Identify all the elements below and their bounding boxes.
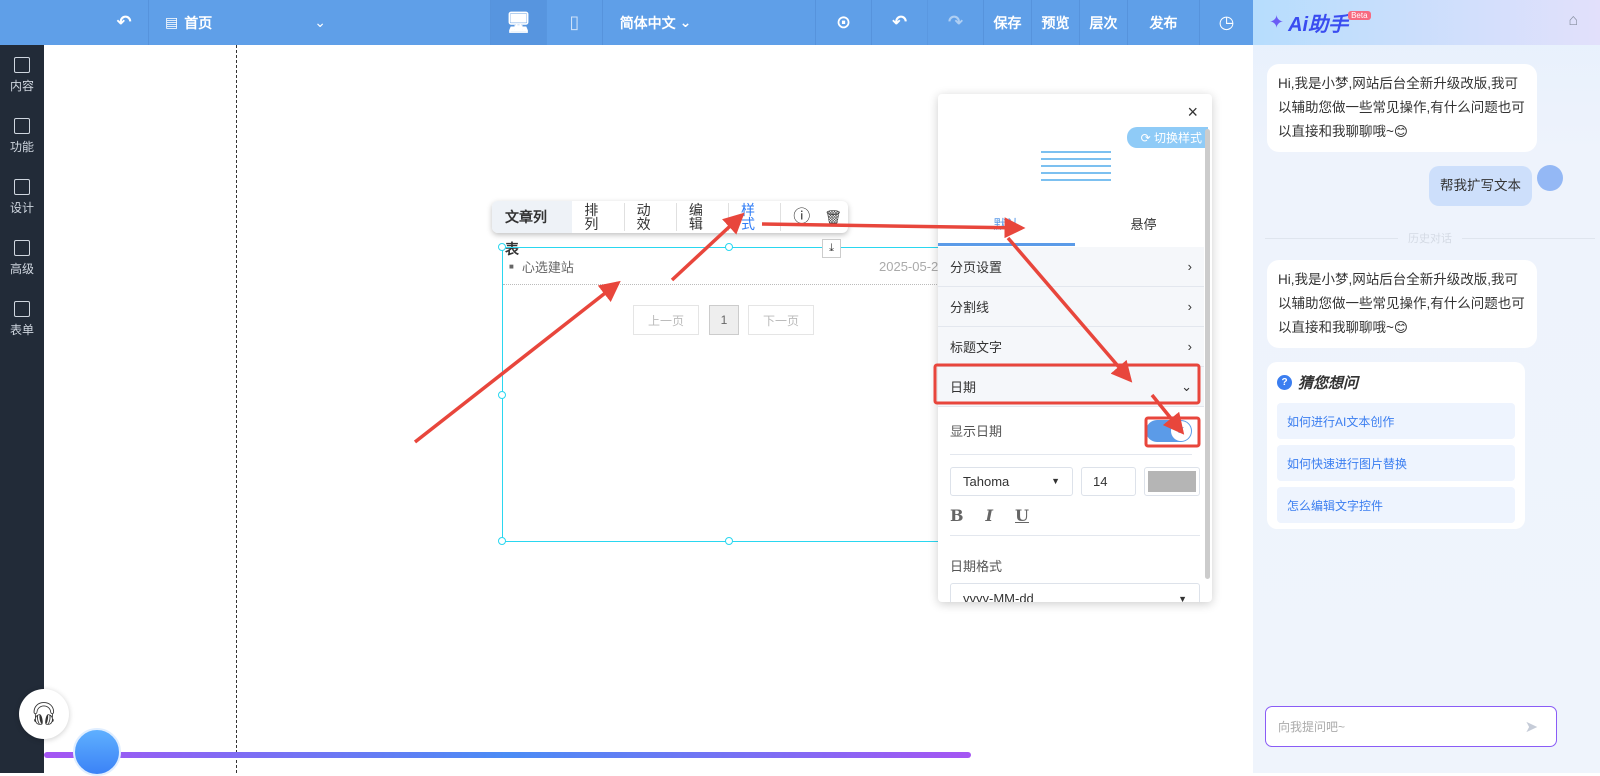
- highlight-box: [933, 363, 1201, 405]
- annotation-arrow: [1150, 393, 1185, 435]
- user-avatar: [1537, 165, 1563, 191]
- suggestion-item[interactable]: 如何进行AI文本创作: [1277, 403, 1515, 439]
- beta-badge: Beta: [1348, 11, 1371, 20]
- suggestion-item[interactable]: 怎么编辑文字控件: [1277, 487, 1515, 523]
- annotation-arrow: [413, 280, 621, 444]
- ai-message: Hi,我是小梦,网站后台全新升级改版,我可以辅助您做一些常见操作,有什么问题也可…: [1267, 260, 1537, 348]
- ai-input-box[interactable]: 向我提问吧~ ➤: [1265, 706, 1557, 747]
- suggest-title: 猜您想问: [1298, 375, 1359, 392]
- ai-header: ✦ Ai助手 Beta ⌂: [1253, 0, 1600, 45]
- user-message: 帮我扩写文本: [1429, 166, 1532, 206]
- question-icon: ?: [1277, 375, 1292, 390]
- annotation-arrow: [1006, 236, 1133, 383]
- ai-assistant-panel: ✦ Ai助手 Beta ⌂ Hi,我是小梦,网站后台全新升级改版,我可以辅助您做…: [1253, 0, 1600, 773]
- history-divider-label: 历史对话: [1408, 233, 1452, 245]
- ai-message: Hi,我是小梦,网站后台全新升级改版,我可以辅助您做一些常见操作,有什么问题也可…: [1267, 64, 1537, 152]
- annotation-arrow: [761, 217, 1026, 239]
- suggestion-item[interactable]: 如何快速进行图片替换: [1277, 445, 1515, 481]
- ai-title: Ai助手: [1288, 14, 1349, 36]
- send-icon[interactable]: ➤: [1525, 717, 1538, 737]
- annotation-arrow: [670, 212, 745, 282]
- ai-input-placeholder: 向我提问吧~: [1278, 720, 1346, 734]
- suggestions-card: ? 猜您想问 如何进行AI文本创作 如何快速进行图片替换 怎么编辑文字控件: [1267, 362, 1525, 529]
- magic-wand-icon: ✦: [1269, 12, 1285, 32]
- annotation-arrows: [413, 212, 1201, 448]
- clear-icon[interactable]: ⌂: [1568, 12, 1578, 30]
